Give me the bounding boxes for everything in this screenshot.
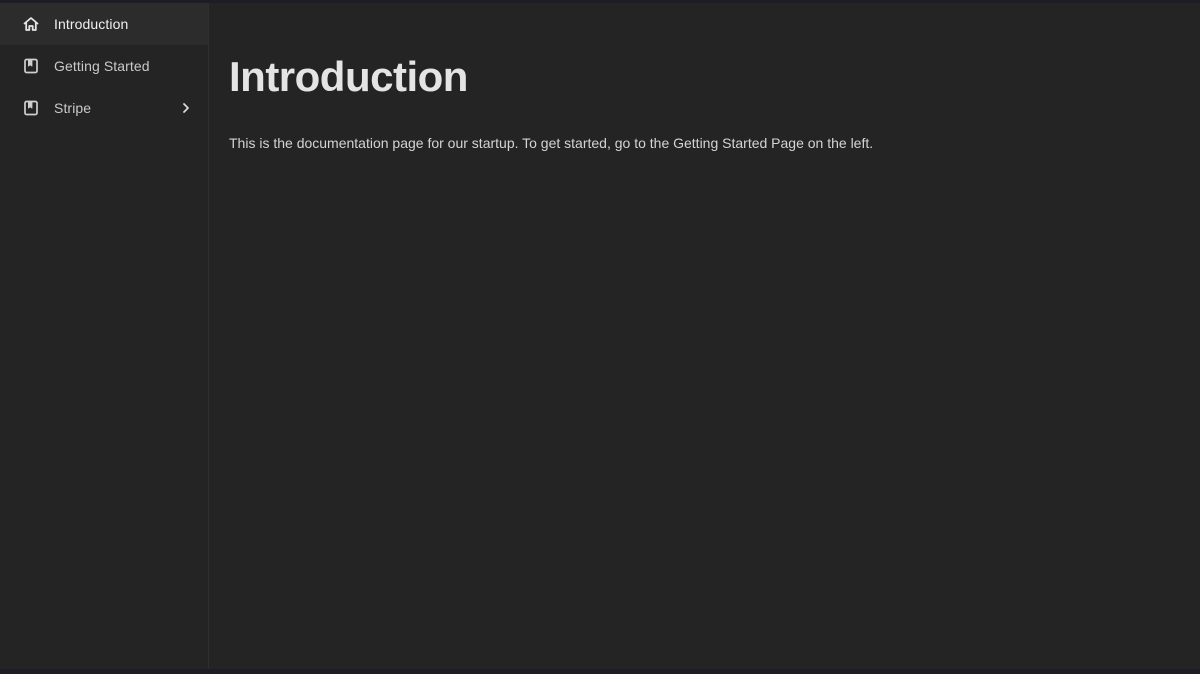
sidebar: Introduction Getting Started Stripe	[0, 3, 209, 669]
sidebar-item-label: Introduction	[54, 16, 129, 32]
home-icon	[22, 15, 40, 33]
page-body-text: This is the documentation page for our s…	[229, 135, 874, 151]
book-icon	[22, 57, 40, 75]
book-icon	[22, 99, 40, 117]
sidebar-item-stripe[interactable]: Stripe	[0, 87, 208, 129]
sidebar-item-label: Getting Started	[54, 58, 150, 74]
main-content: Introduction This is the documentation p…	[209, 3, 1200, 669]
sidebar-item-getting-started[interactable]: Getting Started	[0, 45, 208, 87]
chevron-right-icon[interactable]	[178, 100, 194, 116]
page-title: Introduction	[229, 53, 468, 100]
sidebar-item-introduction[interactable]: Introduction	[0, 3, 208, 45]
window-bottom-border	[0, 669, 1200, 674]
sidebar-item-label: Stripe	[54, 100, 92, 116]
app-frame: Introduction Getting Started Stripe Intr…	[0, 3, 1200, 669]
